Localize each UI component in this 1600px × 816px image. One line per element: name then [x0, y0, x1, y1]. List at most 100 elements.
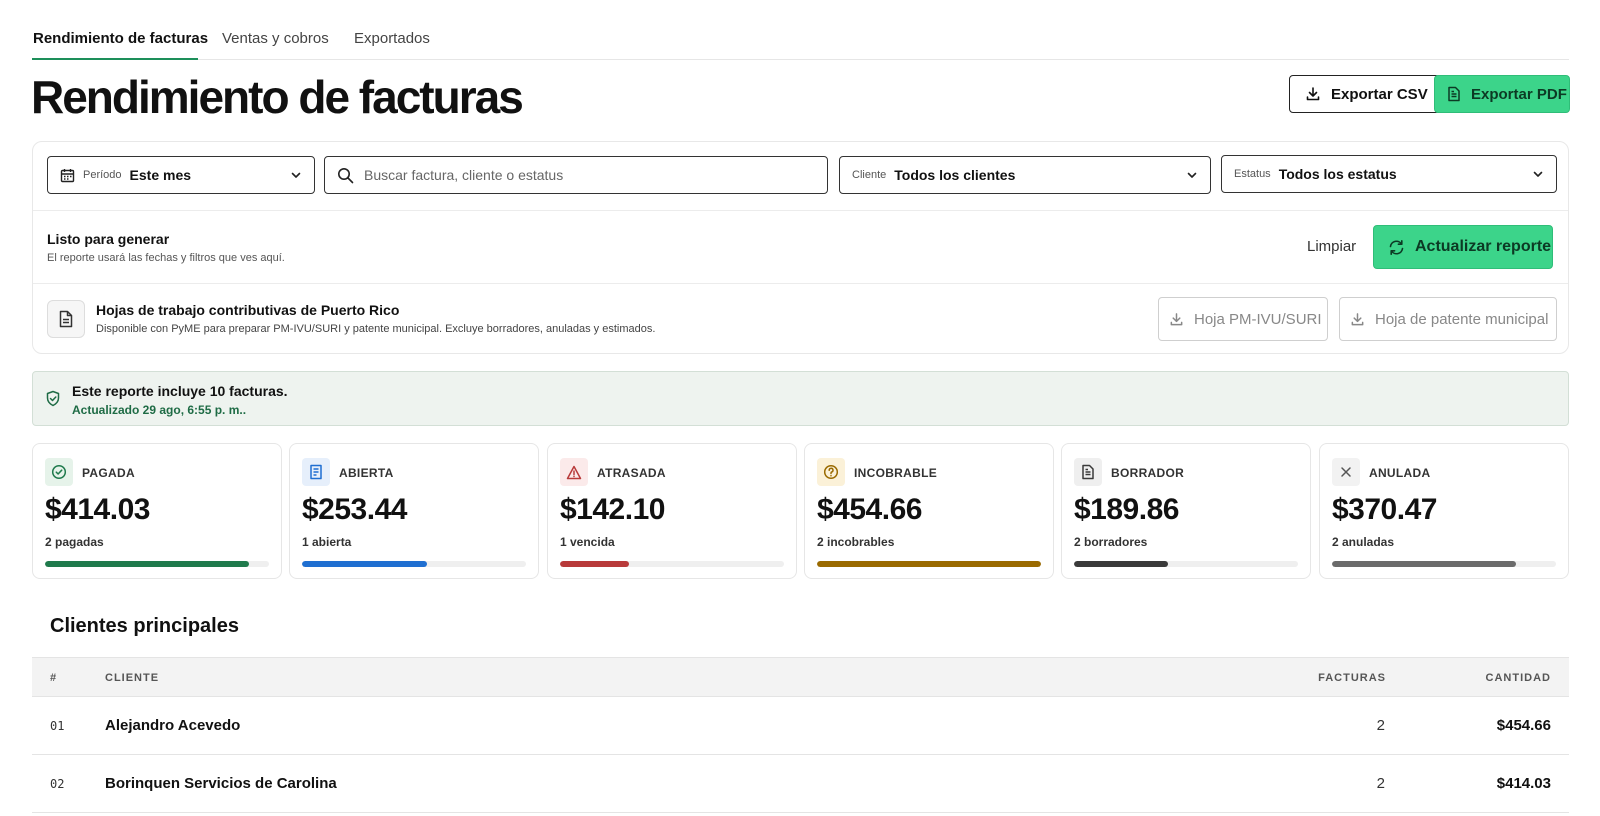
- client-amount: $454.66: [1496, 717, 1551, 734]
- status-card-borrador[interactable]: BORRADOR $189.86 2 borradores: [1061, 443, 1311, 579]
- card-count: 2 incobrables: [817, 535, 895, 549]
- tax-worksheets-row: Hojas de trabajo contributivas de Puerto…: [33, 284, 1568, 355]
- document-icon: [1447, 86, 1461, 102]
- card-count: 2 anuladas: [1332, 535, 1395, 549]
- table-row[interactable]: 01 Alejandro Acevedo 2 $454.66: [32, 697, 1569, 755]
- generate-title: Listo para generar: [47, 231, 170, 247]
- search-placeholder: Buscar factura, cliente o estatus: [364, 167, 564, 183]
- status-card-atrasada[interactable]: ATRASADA $142.10 1 vencida: [547, 443, 797, 579]
- status-value: Todos los estatus: [1278, 166, 1397, 182]
- refresh-report-button[interactable]: Actualizar reporte: [1373, 225, 1553, 269]
- status-card-abierta[interactable]: ABIERTA $253.44 1 abierta: [289, 443, 539, 579]
- report-controls-card: Período Este mes Buscar factura, cliente…: [32, 141, 1569, 354]
- active-tab-indicator: [32, 58, 198, 60]
- chevron-down-icon: [290, 169, 302, 181]
- card-count: 1 vencida: [560, 535, 615, 549]
- card-progress-track: [817, 561, 1041, 567]
- status-card-pagada[interactable]: PAGADA $414.03 2 pagadas: [32, 443, 282, 579]
- row-number: 02: [50, 777, 65, 791]
- column-header-amount[interactable]: CANTIDAD: [1486, 672, 1551, 684]
- worksheet-document-icon: [47, 300, 85, 338]
- banner-title: Este reporte incluye 10 facturas.: [72, 383, 288, 399]
- card-amount: $454.66: [817, 493, 922, 526]
- invoice-count: 2: [1376, 775, 1385, 792]
- clear-button[interactable]: Limpiar: [1307, 238, 1356, 255]
- pm-ivu-suri-label: Hoja PM-IVU/SURI: [1194, 310, 1322, 328]
- export-pdf-button[interactable]: Exportar PDF: [1434, 75, 1570, 113]
- invoice-count: 2: [1376, 717, 1385, 734]
- client-select[interactable]: Cliente Todos los clientes: [839, 156, 1211, 194]
- export-pdf-label: Exportar PDF: [1471, 85, 1567, 103]
- card-progress-track: [560, 561, 784, 567]
- column-header-number: #: [50, 672, 58, 684]
- search-icon: [337, 167, 354, 184]
- tab-exportados[interactable]: Exportados: [354, 30, 430, 47]
- period-select[interactable]: Período Este mes: [47, 156, 315, 194]
- card-progress-track: [1332, 561, 1556, 567]
- client-amount: $414.03: [1496, 775, 1551, 792]
- client-label: Cliente: [852, 169, 887, 181]
- column-header-client[interactable]: CLIENTE: [105, 672, 159, 684]
- x-icon: [1332, 458, 1360, 486]
- municipal-patent-button[interactable]: Hoja de patente municipal: [1339, 297, 1557, 341]
- status-card-incobrable[interactable]: INCOBRABLE $454.66 2 incobrables: [804, 443, 1054, 579]
- period-value: Este mes: [129, 167, 192, 183]
- card-amount: $189.86: [1074, 493, 1179, 526]
- report-summary-banner: Este reporte incluye 10 facturas. Actual…: [32, 371, 1569, 426]
- download-icon: [1305, 86, 1321, 102]
- card-label: BORRADOR: [1111, 466, 1185, 480]
- chevron-down-icon: [1532, 168, 1544, 180]
- export-csv-button[interactable]: Exportar CSV: [1289, 75, 1440, 113]
- card-progress-fill: [1332, 561, 1516, 567]
- column-header-invoices[interactable]: FACTURAS: [1318, 672, 1386, 684]
- card-label: PAGADA: [82, 466, 135, 480]
- row-number: 01: [50, 719, 65, 733]
- card-progress-fill: [1074, 561, 1169, 567]
- status-select[interactable]: Estatus Todos los estatus: [1221, 155, 1557, 193]
- filter-row: Período Este mes Buscar factura, cliente…: [33, 142, 1568, 211]
- download-icon: [1169, 312, 1184, 327]
- status-card-anulada[interactable]: ANULADA $370.47 2 anuladas: [1319, 443, 1569, 579]
- card-amount: $414.03: [45, 493, 150, 526]
- client-value: Todos los clientes: [894, 167, 1016, 183]
- status-label: Estatus: [1234, 168, 1271, 180]
- calendar-icon: [60, 168, 75, 183]
- card-count: 1 abierta: [302, 535, 352, 549]
- draft-icon: [1074, 458, 1102, 486]
- status-cards: PAGADA $414.03 2 pagadas ABIERTA $253.44…: [32, 443, 1569, 579]
- tab-rendimiento[interactable]: Rendimiento de facturas: [33, 30, 208, 47]
- search-input[interactable]: Buscar factura, cliente o estatus: [324, 156, 828, 194]
- table-row[interactable]: 02 Borinquen Servicios de Carolina 2 $41…: [32, 755, 1569, 813]
- card-count: 2 borradores: [1074, 535, 1148, 549]
- banner-updated: Actualizado 29 ago, 6:55 p. m..: [72, 403, 247, 417]
- card-progress-track: [1074, 561, 1298, 567]
- question-circle-icon: [817, 458, 845, 486]
- card-label: ANULADA: [1369, 466, 1431, 480]
- card-progress-track: [45, 561, 269, 567]
- table-header: # CLIENTE FACTURAS CANTIDAD: [32, 657, 1569, 697]
- card-progress-fill: [302, 561, 428, 567]
- card-label: INCOBRABLE: [854, 466, 937, 480]
- card-progress-track: [302, 561, 526, 567]
- top-clients-title: Clientes principales: [50, 615, 239, 637]
- tab-ventas-cobros[interactable]: Ventas y cobros: [222, 30, 329, 47]
- warning-icon: [560, 458, 588, 486]
- card-progress-fill: [560, 561, 630, 567]
- worksheets-subtitle: Disponible con PyME para preparar PM-IVU…: [96, 323, 656, 335]
- client-name: Borinquen Servicios de Carolina: [105, 775, 337, 792]
- document-icon: [302, 458, 330, 486]
- card-amount: $370.47: [1332, 493, 1437, 526]
- card-progress-fill: [817, 561, 1041, 567]
- card-progress-fill: [45, 561, 249, 567]
- generate-row: Listo para generar El reporte usará las …: [33, 211, 1568, 284]
- check-circle-icon: [45, 458, 73, 486]
- refresh-icon: [1388, 239, 1405, 256]
- shield-check-icon: [45, 390, 61, 407]
- generate-subtitle: El reporte usará las fechas y filtros qu…: [47, 252, 285, 264]
- worksheets-title: Hojas de trabajo contributivas de Puerto…: [96, 302, 400, 318]
- card-amount: $142.10: [560, 493, 665, 526]
- card-amount: $253.44: [302, 493, 407, 526]
- pm-ivu-suri-button[interactable]: Hoja PM-IVU/SURI: [1158, 297, 1328, 341]
- client-name: Alejandro Acevedo: [105, 717, 241, 734]
- card-label: ATRASADA: [597, 466, 666, 480]
